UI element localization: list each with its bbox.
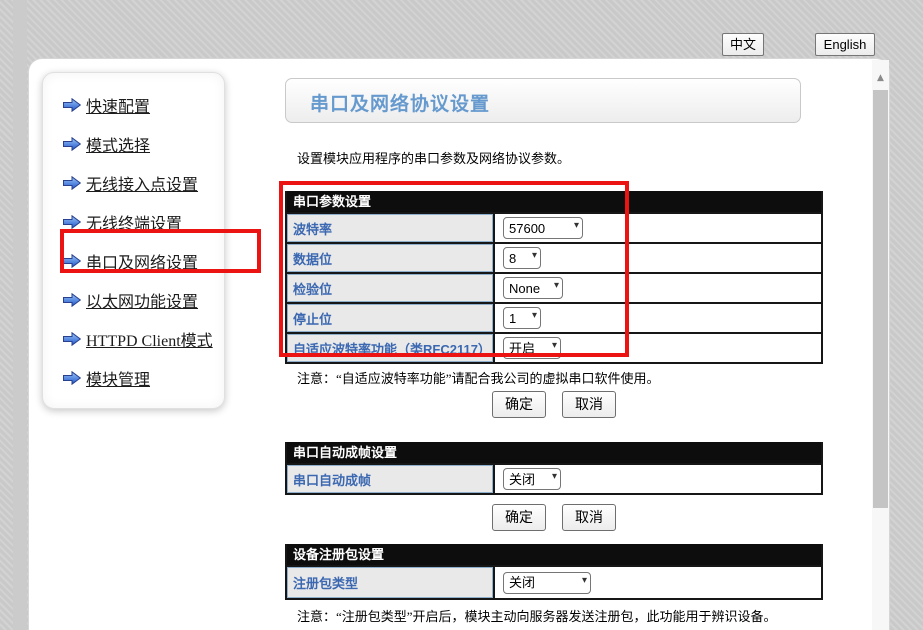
sidebar-item-module-manage[interactable]: 模块管理 [43, 358, 224, 397]
auto-frame-select[interactable]: 关闭 [503, 468, 561, 490]
serial-params-note: 注意：“自适应波特率功能”请配合我公司的虚拟串口软件使用。 [297, 368, 660, 387]
register-packet-table: 设备注册包设置 注册包类型 关闭 ▾ [285, 544, 823, 600]
auto-frame-actions: 确定 取消 [285, 504, 823, 531]
page-description: 设置模块应用程序的串口参数及网络协议参数。 [297, 148, 570, 167]
table-row: 数据位 8 ▾ [287, 242, 821, 272]
auto-frame-table: 串口自动成帧设置 串口自动成帧 关闭 ▾ [285, 442, 823, 495]
serial-params-header: 串口参数设置 [287, 191, 821, 212]
register-packet-note: 注意：“注册包类型”开启后，模块主动向服务器发送注册包，此功能用于辨识设备。 [297, 606, 777, 625]
parity-cell: None ▾ [493, 274, 821, 302]
baud-rate-cell: 57600 ▾ [493, 214, 821, 242]
sidebar-item-label: 快速配置 [86, 93, 150, 117]
sidebar-item-label: 无线终端设置 [86, 210, 182, 234]
parity-label: 检验位 [287, 274, 493, 302]
table-row: 自适应波特率功能（类RFC2117） 开启 ▾ [287, 332, 821, 362]
data-bits-cell: 8 ▾ [493, 244, 821, 272]
sidebar-item-label: 串口及网络设置 [86, 249, 198, 273]
sidebar-item-label: 以太网功能设置 [86, 288, 198, 312]
scrollbar-thumb[interactable] [873, 90, 888, 508]
page: 中文 English ▲ 快速配置 模式选择 无线接入点设置 无线终端设 [0, 0, 923, 630]
sidebar-item-mode-select[interactable]: 模式选择 [43, 124, 224, 163]
sidebar-item-label: HTTPD Client模式 [86, 327, 213, 351]
language-chinese-button[interactable]: 中文 [722, 33, 764, 56]
arrow-right-icon [63, 176, 81, 190]
baud-rate-label: 波特率 [287, 214, 493, 242]
register-type-select[interactable]: 关闭 [503, 572, 591, 594]
language-english-button[interactable]: English [815, 33, 875, 56]
table-row: 停止位 1 ▾ [287, 302, 821, 332]
sidebar-item-quick-config[interactable]: 快速配置 [43, 85, 224, 124]
sidebar-item-wireless-sta[interactable]: 无线终端设置 [43, 202, 224, 241]
serial-params-table: 串口参数设置 波特率 57600 ▾ 数据位 8 ▾ 检验位 None [285, 191, 823, 364]
stop-bits-select[interactable]: 1 [503, 307, 541, 329]
arrow-right-icon [63, 293, 81, 307]
sidebar-item-label: 模块管理 [86, 366, 150, 390]
ok-button[interactable]: 确定 [492, 391, 546, 418]
baud-rate-select[interactable]: 57600 [503, 217, 583, 239]
register-packet-header: 设备注册包设置 [287, 544, 821, 565]
arrow-right-icon [63, 137, 81, 151]
sidebar: 快速配置 模式选择 无线接入点设置 无线终端设置 串口及网络设置 以太网功能设置… [42, 72, 225, 409]
stop-bits-cell: 1 ▾ [493, 304, 821, 332]
register-type-cell: 关闭 ▾ [493, 567, 821, 598]
table-row: 注册包类型 关闭 ▾ [287, 565, 821, 598]
sidebar-item-wireless-ap[interactable]: 无线接入点设置 [43, 163, 224, 202]
arrow-right-icon [63, 254, 81, 268]
table-row: 检验位 None ▾ [287, 272, 821, 302]
sidebar-item-label: 无线接入点设置 [86, 171, 198, 195]
data-bits-select[interactable]: 8 [503, 247, 541, 269]
stop-bits-label: 停止位 [287, 304, 493, 332]
serial-params-actions: 确定 取消 [285, 391, 823, 418]
arrow-right-icon [63, 332, 81, 346]
auto-frame-header: 串口自动成帧设置 [287, 442, 821, 463]
sidebar-item-label: 模式选择 [86, 132, 150, 156]
page-title: 串口及网络协议设置 [310, 89, 800, 116]
ok-button[interactable]: 确定 [492, 504, 546, 531]
sidebar-item-serial-network[interactable]: 串口及网络设置 [43, 241, 224, 280]
sidebar-item-httpd-client[interactable]: HTTPD Client模式 [43, 319, 224, 358]
sidebar-item-ethernet[interactable]: 以太网功能设置 [43, 280, 224, 319]
arrow-right-icon [63, 215, 81, 229]
cancel-button[interactable]: 取消 [562, 391, 616, 418]
adaptive-baud-select[interactable]: 开启 [503, 337, 561, 359]
window-edge-bar [13, 0, 27, 630]
auto-frame-label: 串口自动成帧 [287, 465, 493, 493]
adaptive-baud-label: 自适应波特率功能（类RFC2117） [287, 334, 493, 362]
page-title-box: 串口及网络协议设置 [285, 78, 801, 123]
cancel-button[interactable]: 取消 [562, 504, 616, 531]
parity-select[interactable]: None [503, 277, 563, 299]
table-row: 串口自动成帧 关闭 ▾ [287, 463, 821, 493]
arrow-right-icon [63, 98, 81, 112]
scroll-up-icon[interactable]: ▲ [872, 70, 889, 86]
table-row: 波特率 57600 ▾ [287, 212, 821, 242]
data-bits-label: 数据位 [287, 244, 493, 272]
arrow-right-icon [63, 371, 81, 385]
adaptive-baud-cell: 开启 ▾ [493, 334, 821, 362]
register-type-label: 注册包类型 [287, 567, 493, 598]
auto-frame-cell: 关闭 ▾ [493, 465, 821, 493]
